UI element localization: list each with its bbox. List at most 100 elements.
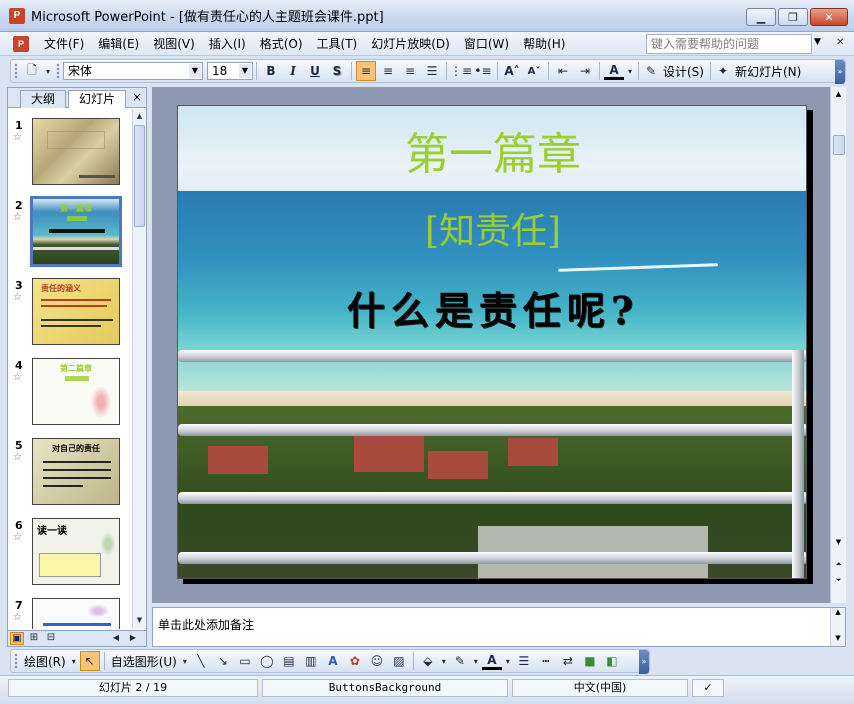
normal-view-icon[interactable]: ▣	[10, 632, 24, 645]
italic-button[interactable]: I	[283, 61, 303, 81]
font-color-icon[interactable]: A	[604, 62, 624, 80]
scrollbar-thumb[interactable]	[833, 135, 845, 155]
dash-style-icon[interactable]: ┅	[536, 651, 556, 671]
justify-icon[interactable]: ☰	[422, 61, 442, 81]
menu-tools[interactable]: 工具(T)	[310, 34, 365, 54]
slide-thumbnail[interactable]: 责任的涵义	[32, 278, 120, 345]
pane-close-icon[interactable]: ×	[132, 90, 142, 104]
font-color-icon[interactable]: A	[481, 652, 502, 670]
slide-heading[interactable]: 第一篇章	[178, 118, 806, 182]
arrow-style-icon[interactable]: ⇄	[558, 651, 578, 671]
align-center-icon[interactable]: ≡	[378, 61, 398, 81]
chevron-down-icon[interactable]: ▼	[189, 64, 201, 78]
document-icon[interactable]: P	[13, 35, 29, 52]
spelling-status-icon[interactable]: ✓	[692, 679, 724, 697]
chevron-down-icon[interactable]: ▾	[181, 651, 189, 671]
chevron-down-icon[interactable]: ▾	[472, 651, 480, 671]
previous-slide-icon[interactable]: ⏶	[831, 557, 846, 571]
slide-subheading[interactable]: [知责任]	[178, 202, 806, 254]
slide-thumbnail-row[interactable]: 2 ☆ 第一篇章	[8, 195, 132, 267]
notes-placeholder[interactable]: 单击此处添加备注	[158, 616, 254, 633]
help-search-input[interactable]: 键入需要帮助的问题	[646, 34, 812, 54]
select-pointer-icon[interactable]: ↖	[79, 651, 100, 671]
scroll-down-icon[interactable]: ▼	[831, 634, 845, 642]
diagram-icon[interactable]: ✿	[345, 651, 365, 671]
line-color-icon[interactable]: ✎	[450, 651, 470, 671]
toolbar-grip[interactable]	[56, 63, 60, 79]
bold-button[interactable]: B	[261, 61, 281, 81]
fill-color-icon[interactable]: ⬙	[418, 651, 438, 671]
tab-slides[interactable]: 幻灯片	[68, 90, 126, 108]
slide-thumbnail[interactable]: 对自己的责任	[32, 438, 120, 505]
picture-icon[interactable]: ▨	[389, 651, 409, 671]
slide-thumbnail-row[interactable]: 3 ☆ 责任的涵义	[8, 275, 132, 347]
oval-icon[interactable]: ◯	[257, 651, 277, 671]
underline-button[interactable]: U	[305, 61, 325, 81]
new-slide-icon[interactable]: ✦	[715, 61, 731, 81]
slide-thumbnail[interactable]: 读一读	[32, 518, 120, 585]
decrease-font-icon[interactable]: A˅	[524, 61, 544, 81]
slideshow-view-icon[interactable]: ⊟	[44, 632, 58, 645]
slide-question[interactable]: 什么是责任呢?	[178, 280, 806, 335]
numbered-list-icon[interactable]: ⋮≡	[450, 61, 472, 81]
shadow-button[interactable]: S	[327, 61, 347, 81]
autoshapes-button[interactable]: 自选图形(U)	[108, 653, 180, 670]
slide-thumbnail-row[interactable]: 1 ☆	[8, 115, 132, 187]
notes-pane[interactable]: 单击此处添加备注 ▲ ▼	[152, 607, 846, 647]
close-button[interactable]: ✕	[810, 8, 848, 26]
slide-thumbnail-row[interactable]: 6 ☆ 读一读	[8, 515, 132, 587]
3d-style-icon[interactable]: ◧	[602, 651, 622, 671]
chevron-down-icon[interactable]: ▾	[70, 651, 78, 671]
draw-menu-button[interactable]: 绘图(R)	[21, 653, 69, 670]
scroll-up-icon[interactable]: ▲	[133, 109, 146, 123]
scroll-down-icon[interactable]: ▼	[831, 535, 846, 549]
menu-help[interactable]: 帮助(H)	[516, 34, 572, 54]
increase-font-icon[interactable]: A˄	[502, 61, 522, 81]
design-button[interactable]: 设计(S)	[660, 63, 707, 80]
rectangle-icon[interactable]: ▭	[235, 651, 255, 671]
scrollbar-thumb[interactable]	[134, 125, 145, 227]
maximize-button[interactable]: ❐	[778, 8, 808, 26]
thumbnails-scrollbar[interactable]: ▲ ▼	[132, 109, 146, 629]
current-slide[interactable]: 第一篇章 [知责任] 什么是责任呢?	[177, 105, 807, 579]
font-name-select[interactable]: 宋体 ▼	[63, 62, 203, 80]
shadow-style-icon[interactable]: ■	[580, 651, 600, 671]
slide-thumbnail-row[interactable]: 4 ☆ 第二篇章	[8, 355, 132, 427]
slide-thumbnail[interactable]: 第二篇章	[32, 358, 120, 425]
minimize-button[interactable]: ▁	[746, 8, 776, 26]
new-document-icon[interactable]: 🗋	[22, 61, 42, 81]
toolbar-grip[interactable]	[14, 63, 18, 79]
chevron-down-icon[interactable]: ▾	[440, 651, 448, 671]
menu-window[interactable]: 窗口(W)	[457, 34, 516, 54]
new-slide-button[interactable]: 新幻灯片(N)	[732, 63, 804, 80]
menu-file[interactable]: 文件(F)	[37, 34, 91, 54]
vertical-textbox-icon[interactable]: ▥	[301, 651, 321, 671]
chevron-down-icon[interactable]: ▾	[626, 61, 634, 81]
slide-thumbnail-row[interactable]: 5 ☆ 对自己的责任	[8, 435, 132, 507]
slide-scrollbar[interactable]: ▲ ▼ ⏶ ⏷	[830, 87, 846, 603]
chevron-down-icon[interactable]: ▾	[504, 651, 512, 671]
design-icon[interactable]: ✎	[643, 61, 659, 81]
scroll-down-icon[interactable]: ▼	[133, 613, 146, 627]
line-icon[interactable]: ╲	[191, 651, 211, 671]
tab-outline[interactable]: 大纲	[20, 90, 66, 108]
toolbar-options-icon[interactable]: »	[835, 60, 845, 84]
slide-thumbnail[interactable]	[32, 118, 120, 185]
menu-slideshow[interactable]: 幻灯片放映(D)	[364, 34, 457, 54]
scroll-left-icon[interactable]: ◀	[109, 632, 123, 645]
dropdown-arrow-icon[interactable]: ▾	[44, 61, 52, 81]
clipart-icon[interactable]: ☺	[367, 651, 387, 671]
chevron-down-icon[interactable]: ▼	[239, 64, 251, 78]
menu-format[interactable]: 格式(O)	[253, 34, 310, 54]
scroll-up-icon[interactable]: ▲	[831, 87, 846, 101]
bulleted-list-icon[interactable]: •≡	[473, 61, 493, 81]
line-style-icon[interactable]: ☰	[514, 651, 534, 671]
increase-indent-icon[interactable]: ⇥	[575, 61, 595, 81]
toolbar-grip[interactable]	[14, 653, 18, 669]
align-left-icon[interactable]: ≡	[356, 61, 376, 81]
slide-thumbnail[interactable]	[32, 598, 120, 629]
powerpoint-icon[interactable]: P	[9, 7, 25, 24]
menu-edit[interactable]: 编辑(E)	[91, 34, 146, 54]
scroll-up-icon[interactable]: ▲	[831, 608, 845, 616]
help-dropdown-icon[interactable]: ▼	[814, 37, 821, 47]
